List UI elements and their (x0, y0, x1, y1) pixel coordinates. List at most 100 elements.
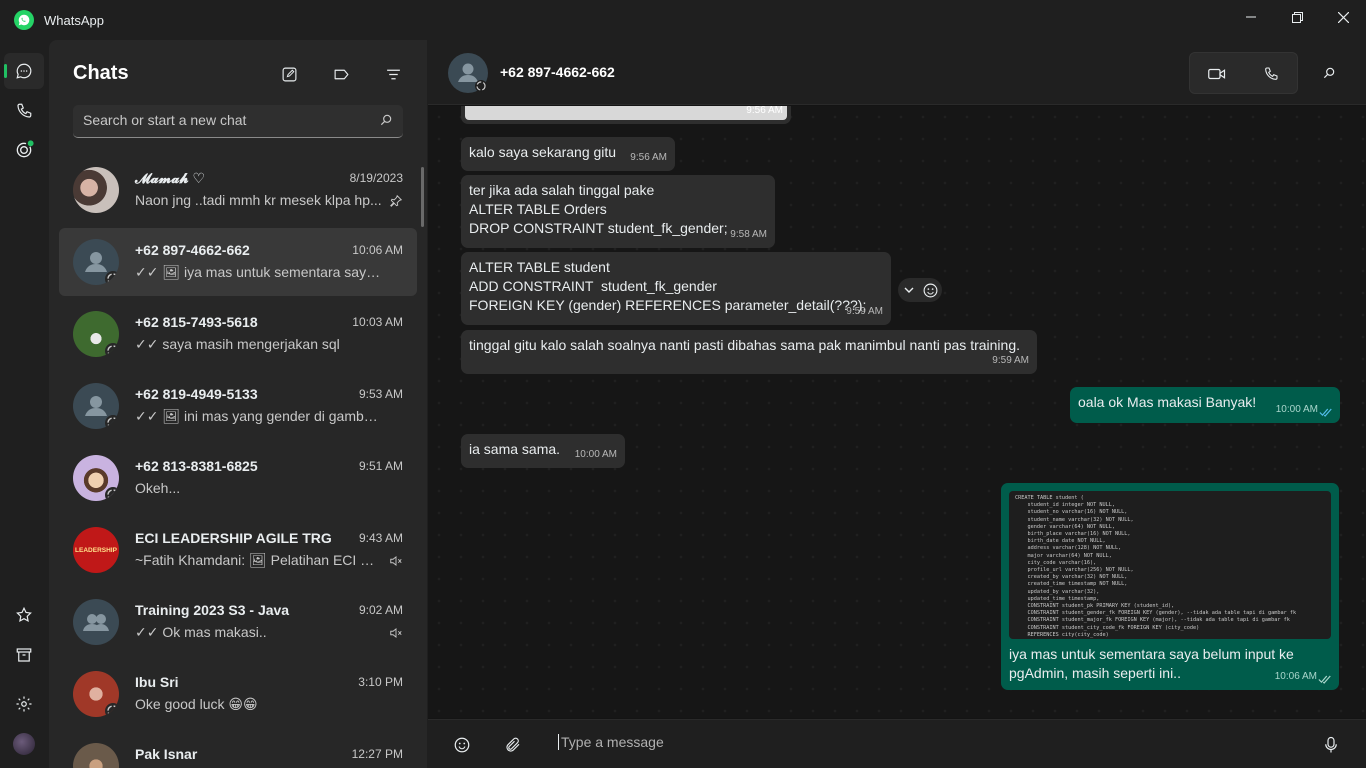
chat-item[interactable]: Ibu Sri 3:10 PM Oke good luck 😁😁 (59, 660, 417, 728)
sidebar-title: Chats (73, 62, 129, 84)
status-ring-icon (105, 415, 119, 429)
chat-preview: ~Fatih Khamdani: 🖼 Pelatihan ECI ma... (135, 552, 385, 568)
calls-nav-button[interactable] (4, 93, 44, 129)
chats-nav-button[interactable] (4, 53, 44, 89)
whatsapp-logo-icon (14, 10, 34, 30)
contact-avatar[interactable] (448, 53, 488, 93)
chat-time: 9:02 AM (358, 603, 403, 617)
avatar (73, 383, 119, 429)
star-icon (16, 606, 32, 622)
minimize-button[interactable] (1228, 0, 1274, 34)
message-input[interactable] (558, 734, 1258, 750)
new-chat-button[interactable] (277, 62, 301, 86)
chat-preview: Okeh... (135, 480, 181, 496)
chat-item[interactable]: Pak Isnar 12:27 PM (59, 732, 417, 768)
image-thumbnail[interactable] (465, 106, 787, 120)
message-time: 10:00 AM (1275, 404, 1318, 415)
chat-preview: Oke good luck 😁😁 (135, 696, 258, 712)
avatar (73, 599, 119, 645)
settings-nav-button[interactable] (4, 686, 44, 722)
avatar (73, 167, 119, 213)
profile-nav-button[interactable] (4, 726, 44, 762)
video-camera-icon (1208, 68, 1226, 80)
video-call-button[interactable] (1204, 62, 1230, 86)
message-bubble[interactable]: ALTER TABLE student ADD CONSTRAINT stude… (461, 252, 891, 325)
phone-icon (1265, 67, 1278, 80)
code-line: CONSTRAINT student_city_code_fk FOREIGN … (1015, 624, 1200, 631)
message-bubble[interactable]: ia sama sama. 10:00 AM (461, 434, 625, 468)
voice-message-button[interactable] (1318, 732, 1344, 758)
code-line: updated_time timestamp, (1015, 595, 1100, 602)
code-line: CONSTRAINT student_gender_fk FOREIGN KEY… (1015, 610, 1297, 617)
conversation-header[interactable]: +62 897-4662-662 (428, 40, 1366, 105)
nav-rail (0, 40, 49, 768)
paperclip-icon (506, 737, 520, 752)
avatar (73, 671, 119, 717)
chat-item[interactable]: 𝓜𝓪𝓶𝓪𝓱 ♡ 8/19/2023 Naon jng ..tadi mmh kr… (59, 156, 417, 224)
code-line: updated_by varchar(32), (1015, 588, 1100, 595)
status-ring-icon (105, 487, 119, 501)
chat-item[interactable]: +62 813-8381-6825 9:51 AM Okeh... (59, 444, 417, 512)
chevron-down-icon[interactable] (904, 285, 914, 295)
archive-icon (16, 648, 32, 662)
message-bubble[interactable]: ter jika ada salah tinggal pake ALTER TA… (461, 175, 775, 248)
close-button[interactable] (1320, 0, 1366, 34)
image-message[interactable]: 9:56 AM (461, 106, 791, 124)
code-line: gender varchar(64) NOT NULL, (1015, 523, 1115, 530)
code-line: CONSTRAINT student_pk PRIMARY KEY (stude… (1015, 603, 1175, 610)
emoji-button[interactable] (449, 732, 475, 758)
message-text: ia sama sama. (469, 441, 561, 457)
code-line: student_no varchar(16) NOT NULL, (1015, 509, 1128, 516)
chat-item[interactable]: +62 819-4949-5133 9:53 AM ✓✓ 🖼 ini mas y… (59, 372, 417, 440)
message-bubble[interactable]: oala ok Mas makasi Banyak! 10:00 AM (1070, 387, 1340, 423)
search-input[interactable] (83, 112, 363, 128)
filter-button[interactable] (381, 62, 405, 86)
status-icon (16, 140, 34, 158)
code-line: REFERENCES city(city_code) (1015, 631, 1109, 638)
search-chat-button[interactable] (1316, 61, 1342, 85)
chat-sidebar: Chats 𝓜𝓪𝓶𝓪𝓱 ♡ 8/19/2023 Naon jng ..tadi … (49, 40, 427, 768)
phone-icon (17, 103, 32, 118)
maximize-button[interactable] (1274, 0, 1320, 34)
chat-name: +62 819-4949-5133 (135, 386, 258, 402)
labels-button[interactable] (329, 62, 353, 86)
image-message[interactable]: CREATE TABLE student ( student_id intege… (1001, 483, 1339, 690)
code-line: address varchar(128) NOT NULL, (1015, 545, 1122, 552)
mute-icon (390, 555, 402, 567)
avatar (73, 311, 119, 357)
message-time: 10:06 AM (1274, 671, 1317, 682)
message-bubble[interactable]: kalo saya sekarang gitu 9:56 AM (461, 137, 675, 171)
chat-name: +62 897-4662-662 (135, 242, 250, 258)
chat-item[interactable]: Training 2023 S3 - Java 9:02 AM ✓✓ Ok ma… (59, 588, 417, 656)
chat-name: Pak Isnar (135, 746, 198, 762)
contact-name[interactable]: +62 897-4662-662 (500, 64, 615, 80)
composer (428, 719, 1366, 768)
avatar (73, 239, 119, 285)
avatar-text: LEADERSHIP (75, 546, 117, 554)
chat-time: 9:43 AM (358, 531, 403, 545)
starred-nav-button[interactable] (4, 597, 44, 633)
chat-time: 12:27 PM (351, 747, 403, 761)
status-nav-button[interactable] (4, 132, 44, 168)
message-area[interactable]: 9:56 AM kalo saya sekarang gitu 9:56 AM … (428, 106, 1366, 718)
chat-time: 8/19/2023 (349, 171, 403, 185)
message-time: 9:56 AM (630, 152, 667, 163)
chat-name: Training 2023 S3 - Java (135, 602, 290, 618)
message-bubble[interactable]: tinggal gitu kalo salah soalnya nanti pa… (461, 330, 1037, 374)
archived-nav-button[interactable] (4, 637, 44, 673)
filter-icon (386, 69, 400, 79)
voice-call-button[interactable] (1258, 62, 1284, 86)
search-icon (380, 114, 392, 126)
chat-time: 10:03 AM (352, 315, 403, 329)
chat-item[interactable]: LEADERSHIP ECI LEADERSHIP AGILE TRG 9:43… (59, 516, 417, 584)
attach-button[interactable] (500, 732, 526, 758)
message-time: 9:58 AM (730, 229, 767, 240)
chat-item[interactable]: +62 897-4662-662 10:06 AM ✓✓ 🖼 iya mas u… (59, 228, 417, 296)
chat-time: 9:53 AM (358, 387, 403, 401)
emoji-icon (454, 737, 470, 753)
profile-avatar (13, 733, 35, 755)
chat-item[interactable]: +62 815-7493-5618 10:03 AM ✓✓ saya masih… (59, 300, 417, 368)
code-screenshot-image[interactable]: CREATE TABLE student ( student_id intege… (1009, 491, 1331, 639)
react-emoji-icon[interactable] (922, 282, 939, 299)
chat-list-scrollbar[interactable] (421, 167, 424, 227)
